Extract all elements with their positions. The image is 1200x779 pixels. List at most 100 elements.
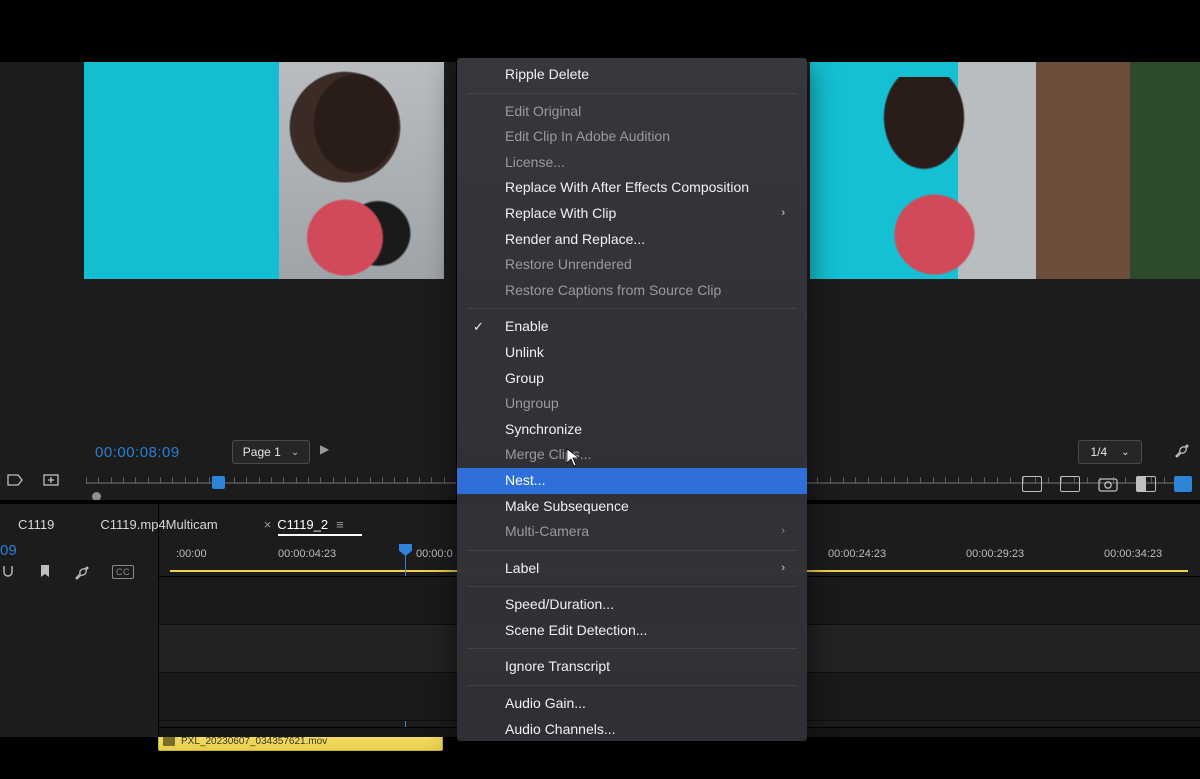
tab-label: C1119	[18, 517, 54, 532]
menu-item-label: Restore Captions from Source Clip	[505, 281, 721, 301]
menu-item-label: Edit Original	[505, 102, 581, 122]
extract-icon[interactable]	[1060, 476, 1080, 492]
timeline-tab[interactable]: C1119	[10, 514, 62, 535]
camera-icon[interactable]	[1098, 476, 1118, 492]
menu-item-label: Replace With After Effects Composition	[505, 178, 749, 198]
resolution-label: 1/4	[1090, 445, 1107, 459]
menu-item-label: Nest...	[505, 471, 545, 491]
ruler-label: :00:00	[176, 548, 207, 560]
safe-margins-icon[interactable]	[1174, 476, 1192, 492]
menu-item: Merge Clips...	[457, 442, 807, 468]
chevron-down-icon: ⌄	[291, 447, 299, 458]
resolution-selector[interactable]: 1/4 ⌄	[1078, 440, 1142, 464]
menu-item-label: Restore Unrendered	[505, 255, 632, 275]
menu-item[interactable]: Audio Channels...	[457, 717, 807, 741]
menu-item-label: Speed/Duration...	[505, 595, 614, 615]
insert-icon[interactable]	[6, 471, 24, 489]
menu-item-label: Audio Channels...	[505, 720, 616, 740]
menu-item[interactable]: Speed/Duration...	[457, 592, 807, 618]
menu-item-label: Scene Edit Detection...	[505, 621, 647, 641]
menu-item-label: Merge Clips...	[505, 445, 591, 465]
menu-item[interactable]: Render and Replace...	[457, 227, 807, 253]
ruler-label: 00:00:04:23	[278, 548, 336, 560]
page-selector-label: Page 1	[243, 445, 281, 459]
menu-item-label: Replace With Clip	[505, 204, 616, 224]
submenu-arrow-icon: ›	[781, 524, 785, 539]
menu-item: Restore Captions from Source Clip	[457, 278, 807, 304]
captions-icon[interactable]: CC	[112, 565, 134, 579]
menu-item-label: Synchronize	[505, 420, 582, 440]
menu-separator	[467, 308, 797, 309]
page-selector[interactable]: Page 1 ⌄	[232, 440, 310, 464]
menu-separator	[467, 586, 797, 587]
menu-separator	[467, 93, 797, 94]
menu-item[interactable]: ✓ Enable	[457, 314, 807, 340]
menu-item-label: Ungroup	[505, 394, 559, 414]
play-icon[interactable]: ▶	[320, 442, 329, 456]
source-video-preview[interactable]	[84, 62, 444, 279]
menu-item: Multi-Camera ›	[457, 519, 807, 545]
menu-item-label: Make Subsequence	[505, 497, 629, 517]
ruler-label: 00:00:29:23	[966, 548, 1024, 560]
menu-item: Ungroup	[457, 391, 807, 417]
ruler-label: 00:00:34:23	[1104, 548, 1162, 560]
menu-item-label: Enable	[505, 317, 549, 337]
menu-separator	[467, 648, 797, 649]
menu-item-label: Ignore Transcript	[505, 657, 610, 677]
timeline-timecode[interactable]: 09	[0, 542, 17, 559]
menu-item[interactable]: Unlink	[457, 340, 807, 366]
menu-item[interactable]: Label ›	[457, 556, 807, 582]
source-timecode[interactable]: 00:00:08:09	[95, 444, 180, 461]
menu-item-label: Audio Gain...	[505, 694, 586, 714]
program-monitor-panel: 1/4 ⌄	[804, 62, 1200, 500]
menu-item[interactable]: Group	[457, 366, 807, 392]
ruler-label: 00:00:0	[416, 548, 453, 560]
menu-item-label: Multi-Camera	[505, 522, 589, 542]
menu-item-label: Label	[505, 559, 539, 579]
timeline-tools: CC	[0, 564, 134, 580]
fx-badge-icon	[163, 736, 175, 746]
menu-item-label: License...	[505, 153, 565, 173]
menu-item: License...	[457, 150, 807, 176]
menu-item-label: Ripple Delete	[505, 65, 589, 85]
check-icon: ✓	[473, 318, 484, 336]
menu-item-label: Edit Clip In Adobe Audition	[505, 127, 670, 147]
wrench-icon[interactable]	[74, 564, 90, 580]
menu-item: Restore Unrendered	[457, 252, 807, 278]
menu-item[interactable]: Nest...	[457, 468, 807, 494]
menu-item-label: Unlink	[505, 343, 544, 363]
submenu-arrow-icon: ›	[781, 561, 785, 576]
menu-separator	[467, 685, 797, 686]
menu-item[interactable]: Ripple Delete	[457, 62, 807, 88]
lift-icon[interactable]	[1022, 476, 1042, 492]
source-scrubber[interactable]	[86, 474, 456, 494]
source-monitor-panel: 00:00:08:09 Page 1 ⌄ ▶	[0, 62, 456, 500]
submenu-arrow-icon: ›	[781, 206, 785, 221]
menu-item[interactable]: Replace With After Effects Composition	[457, 175, 807, 201]
settings-icon[interactable]	[1174, 442, 1190, 458]
menu-item-label: Group	[505, 369, 544, 389]
menu-item[interactable]: Make Subsequence	[457, 494, 807, 520]
scrubber-playhead[interactable]	[212, 476, 225, 489]
menu-item[interactable]: Synchronize	[457, 417, 807, 443]
letterbox-top	[0, 0, 1200, 62]
program-video-preview[interactable]	[810, 62, 1200, 279]
menu-item[interactable]: Scene Edit Detection...	[457, 618, 807, 644]
menu-item: Edit Original	[457, 99, 807, 125]
chevron-down-icon: ⌄	[1121, 447, 1129, 458]
menu-item[interactable]: Audio Gain...	[457, 691, 807, 717]
comparison-view-icon[interactable]	[1136, 476, 1156, 492]
context-menu: Ripple Delete Edit Original Edit Clip In A…	[457, 58, 807, 741]
marker-icon[interactable]	[38, 564, 52, 580]
menu-item[interactable]: Ignore Transcript	[457, 654, 807, 680]
menu-item[interactable]: Replace With Clip ›	[457, 201, 807, 227]
video-content	[840, 77, 1050, 279]
menu-item-label: Render and Replace...	[505, 230, 645, 250]
ruler-label: 00:00:24:23	[828, 548, 886, 560]
video-content	[224, 72, 444, 279]
clip-label: PXL_20230607_034357621.mov	[181, 736, 327, 747]
track-header-divider[interactable]	[158, 504, 159, 737]
snap-icon[interactable]	[0, 564, 16, 580]
scrubber-ticks	[86, 477, 456, 487]
export-frame-icon[interactable]	[42, 471, 60, 489]
